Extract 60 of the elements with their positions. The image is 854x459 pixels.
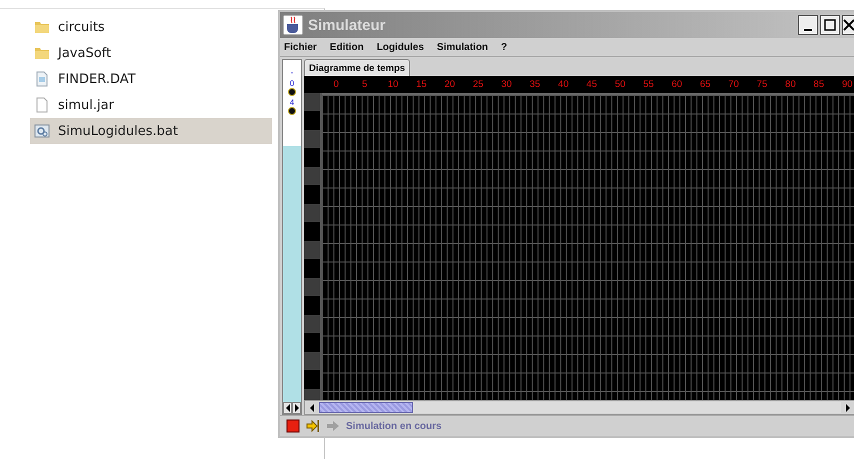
maximize-icon	[824, 19, 836, 31]
menu-item[interactable]: Edition	[330, 42, 364, 52]
time-tick: 55	[642, 79, 655, 90]
time-tick: 10	[386, 79, 400, 90]
time-tick: 90	[840, 79, 854, 90]
file-item[interactable]: JavaSoft	[30, 40, 272, 66]
tab[interactable]: Diagramme de temps	[304, 59, 410, 76]
document-icon	[34, 71, 50, 87]
time-tick: 65	[698, 79, 712, 90]
marker-label: -	[290, 68, 294, 77]
cup-icon	[283, 15, 303, 35]
file-item[interactable]: FINDER.DAT	[30, 66, 272, 92]
time-tick: 15	[415, 79, 428, 90]
menu-item[interactable]: Logidules	[376, 42, 424, 52]
stop-button[interactable]	[286, 419, 300, 433]
minimize-icon	[804, 29, 812, 31]
gear-window-icon	[34, 123, 50, 139]
file-item[interactable]: simul.jar	[30, 92, 272, 118]
time-tick: 0	[332, 79, 340, 90]
maximize-button[interactable]	[820, 15, 840, 35]
close-button[interactable]	[842, 15, 854, 35]
time-tick: 70	[727, 79, 740, 90]
menu-item[interactable]: Simulation	[436, 42, 488, 52]
right-arrow-icon	[294, 404, 300, 412]
folder-icon	[34, 45, 50, 61]
menu-item[interactable]: Fichier	[284, 42, 317, 52]
scroll-thumb[interactable]	[319, 402, 413, 413]
step-button[interactable]	[306, 419, 320, 433]
time-tick: 5	[360, 79, 368, 90]
document-icon	[34, 97, 50, 113]
arrow-icon	[326, 419, 340, 433]
file-item[interactable]: circuits	[30, 14, 272, 40]
stop-icon	[286, 419, 300, 433]
time-tick: 80	[784, 79, 797, 90]
status-text: Simulation en cours	[346, 420, 442, 432]
window-title: Simulateur	[308, 16, 387, 34]
time-tick: 40	[557, 79, 570, 90]
file-item[interactable]: SimuLogidules.bat	[30, 118, 272, 144]
time-tick: 50	[614, 79, 626, 90]
left-arrow-icon	[309, 404, 315, 412]
time-tick: 45	[585, 79, 598, 90]
marker-label: 4	[290, 98, 294, 107]
time-tick: 20	[443, 79, 456, 90]
minimize-button[interactable]	[798, 15, 818, 35]
right-arrow-icon	[845, 404, 851, 412]
time-tick: 60	[670, 79, 684, 90]
scroll-right-button[interactable]	[292, 402, 301, 414]
folder-icon	[34, 19, 50, 35]
time-tick: 75	[756, 79, 768, 90]
left-arrow-icon	[284, 404, 290, 412]
marker-label: 0	[290, 79, 294, 88]
time-tick: 25	[472, 79, 484, 90]
close-icon	[843, 19, 854, 31]
time-tick: 35	[528, 79, 542, 90]
scroll-left-button[interactable]	[283, 402, 292, 414]
arrow-bar-icon	[306, 419, 320, 433]
menu-item[interactable]: ?	[501, 42, 508, 52]
horizontal-scrollbar[interactable]	[304, 400, 854, 415]
time-tick: 85	[812, 79, 826, 90]
time-tick: 30	[500, 79, 513, 90]
